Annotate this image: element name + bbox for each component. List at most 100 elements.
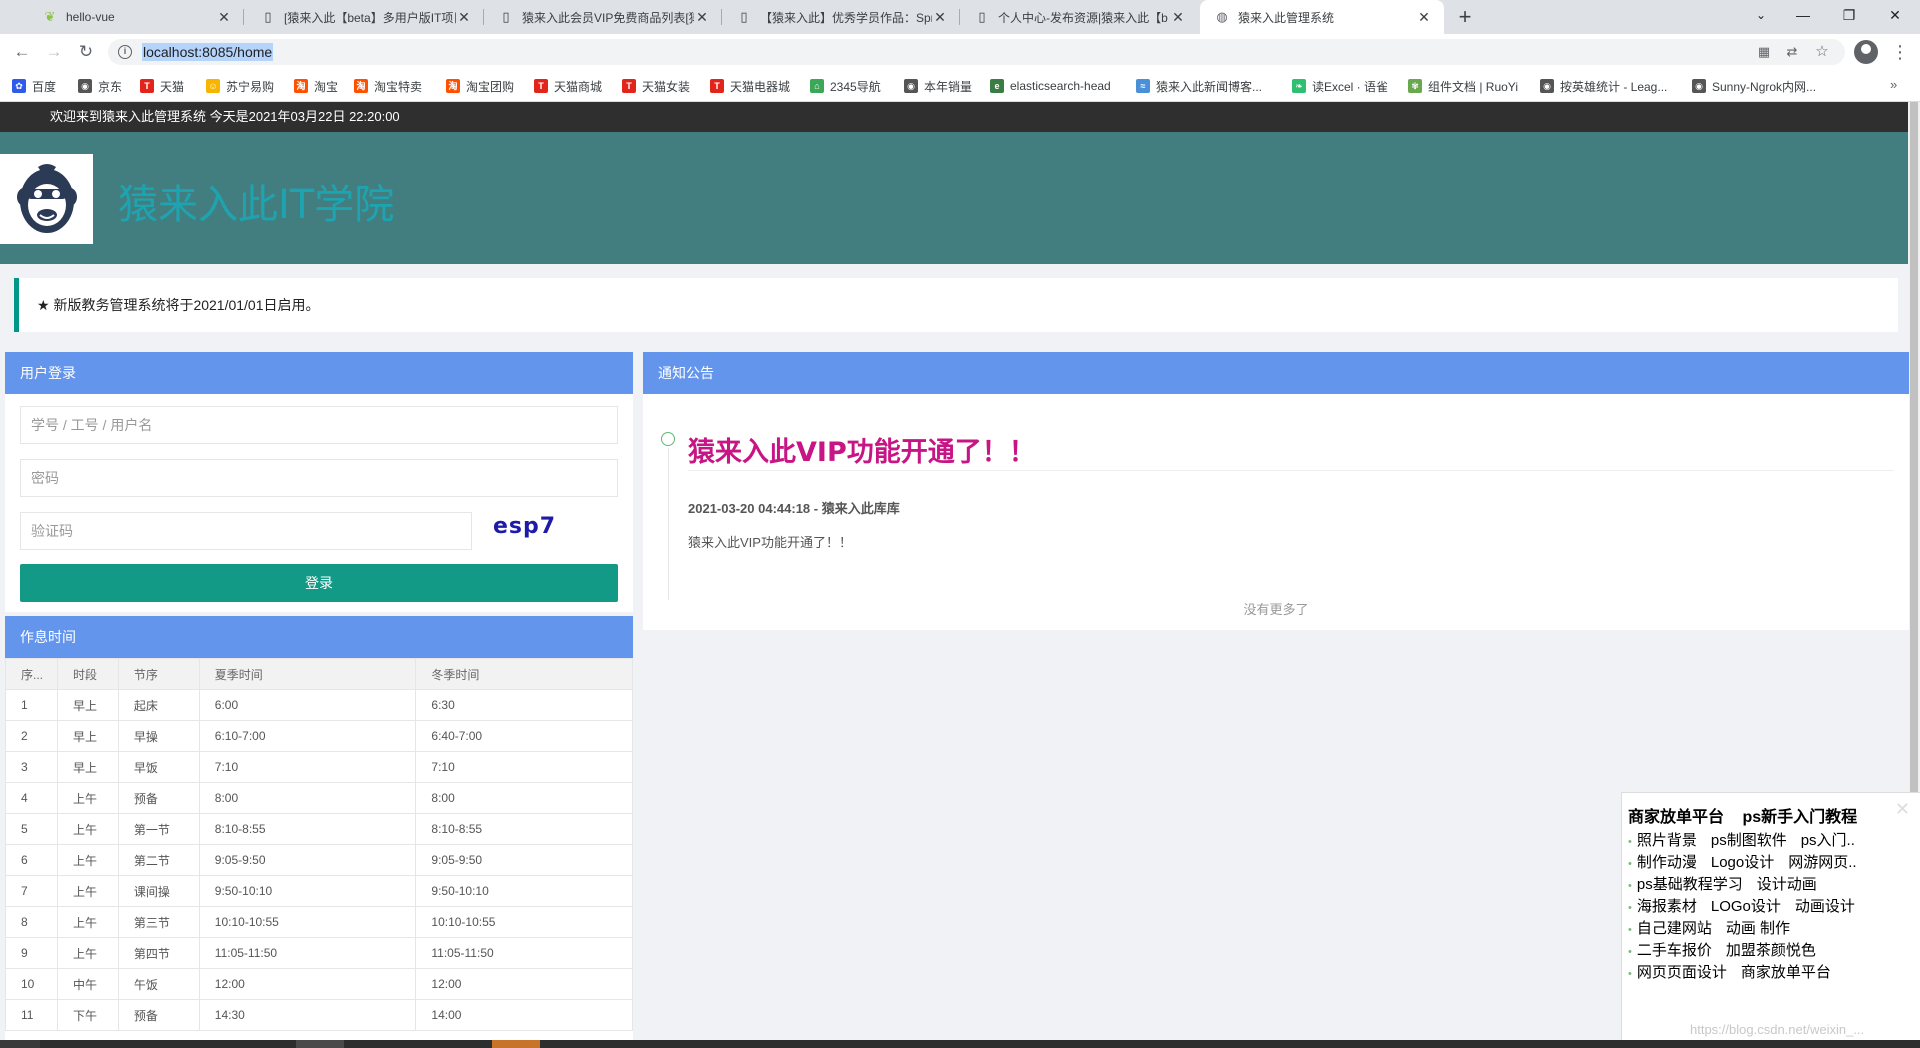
table-cell: 第二节	[117, 844, 200, 876]
ad-link[interactable]: 动画设计	[1795, 898, 1855, 915]
qr-code-icon[interactable]: ▦	[1754, 43, 1774, 61]
ad-link[interactable]: LOGo设计	[1711, 898, 1781, 915]
captcha-input[interactable]: 验证码	[20, 512, 472, 550]
ad-link[interactable]: 网游网页..	[1788, 854, 1856, 871]
reload-icon[interactable]: ↻	[72, 38, 100, 66]
ad-link[interactable]: 动画 制作	[1726, 920, 1790, 937]
bookmark-item[interactable]: T 天猫商城	[534, 77, 602, 95]
bookmark-item[interactable]: ◉ 京东	[78, 77, 122, 95]
tab-search-icon[interactable]: ⌄	[1738, 0, 1784, 30]
table-row[interactable]: 6 上午 第二节 9:05-9:50 9:05-9:50	[5, 844, 633, 876]
close-tab-icon[interactable]: ✕	[1416, 9, 1432, 26]
username-input[interactable]: 学号 / 工号 / 用户名	[20, 406, 618, 444]
ad-link[interactable]: 商家放单平台	[1741, 964, 1831, 981]
ad-link[interactable]: ps新手入门教程	[1742, 809, 1857, 826]
table-row[interactable]: 9 上午 第四节 11:05-11:50 11:05-11:50	[5, 937, 633, 969]
ad-link[interactable]: ps制图软件	[1711, 832, 1787, 849]
bookmark-item[interactable]: 淘淘宝	[294, 77, 338, 95]
browser-tab[interactable]: ▯ 个人中心-发布资源|猿来入此【b ✕	[960, 0, 1198, 34]
ad-link[interactable]: 商家放单平台	[1628, 809, 1724, 826]
bookmark-item[interactable]: e elasticsearch-head	[990, 77, 1111, 95]
back-arrow-icon[interactable]: ←	[8, 38, 36, 66]
close-tab-icon[interactable]: ✕	[694, 9, 710, 26]
ad-link[interactable]: 网页页面设计	[1637, 964, 1727, 981]
table-row[interactable]: 10 中午 午饭 12:00 12:00	[5, 968, 633, 1000]
table-cell: 9:50-10:10	[415, 875, 633, 907]
table-row[interactable]: 5 上午 第一节 8:10-8:55 8:10-8:55	[5, 813, 633, 845]
column-header[interactable]: 夏季时间	[198, 658, 417, 690]
table-cell: 早操	[117, 720, 200, 752]
browser-tab[interactable]: ▯ 猿来入此会员VIP免费商品列表[猿 ✕	[484, 0, 722, 34]
table-cell: 6:10-7:00	[198, 720, 417, 752]
browser-tab[interactable]: ❦ hello-vue ✕	[28, 0, 244, 34]
profile-avatar-icon[interactable]	[1854, 40, 1878, 64]
table-row[interactable]: 2 早上 早操 6:10-7:00 6:40-7:00	[5, 720, 633, 752]
bookmark-item[interactable]: ≈ 猿来入此新闻博客...	[1136, 77, 1262, 95]
close-icon[interactable]: ✕	[1895, 799, 1910, 820]
column-header[interactable]: 节序	[117, 658, 200, 690]
table-row[interactable]: 3 早上 早饭 7:10 7:10	[5, 751, 633, 783]
bookmark-item[interactable]: ❧ 读Excel · 语雀	[1292, 77, 1388, 95]
close-window-button[interactable]: ✕	[1872, 0, 1918, 30]
table-row[interactable]: 8 上午 第三节 10:10-10:55 10:10-10:55	[5, 906, 633, 938]
table-row[interactable]: 11 下午 预备 14:30 14:00	[5, 999, 633, 1031]
browser-menu-icon[interactable]: ⋮	[1890, 40, 1910, 64]
bookmark-item[interactable]: ✾ 组件文档 | RuoYi	[1408, 77, 1518, 95]
column-header[interactable]: 序...	[5, 658, 58, 690]
table-row[interactable]: 7 上午 课间操 9:50-10:10 9:50-10:10	[5, 875, 633, 907]
minimize-button[interactable]: —	[1780, 0, 1826, 30]
site-info-icon[interactable]: i	[118, 45, 132, 59]
ad-link[interactable]: ps入门..	[1801, 832, 1855, 849]
close-tab-icon[interactable]: ✕	[1170, 9, 1186, 26]
forward-arrow-icon[interactable]: →	[40, 38, 68, 66]
column-header[interactable]: 时段	[56, 658, 119, 690]
close-tab-icon[interactable]: ✕	[932, 9, 948, 26]
new-tab-button[interactable]: +	[1452, 4, 1478, 30]
ad-link[interactable]: 设计动画	[1757, 876, 1817, 893]
url-text[interactable]: localhost:8085/home	[142, 43, 274, 61]
bookmark-item[interactable]: T 天猫电器城	[710, 77, 790, 95]
bookmark-item[interactable]: ◉ 按英雄统计 - Leag...	[1540, 77, 1667, 95]
bookmark-item[interactable]: 淘淘宝特卖	[354, 77, 422, 95]
site-title: 猿来入此IT学院	[118, 182, 395, 228]
login-button[interactable]: 登录	[20, 564, 618, 602]
bookmark-item[interactable]: ⌂ 2345导航	[810, 77, 881, 95]
ad-link[interactable]: 照片背景	[1637, 832, 1697, 849]
captcha-image[interactable]: esp7	[493, 514, 556, 539]
ad-link[interactable]: ps基础教程学习	[1637, 876, 1743, 893]
bookmark-item[interactable]: ◉ Sunny-Ngrok内网...	[1692, 77, 1816, 95]
ad-link[interactable]: 二手车报价	[1637, 942, 1712, 959]
browser-toolbar: ← → ↻ i localhost:8085/home ▦ ⇄ ☆ ⋮	[0, 34, 1920, 70]
bookmark-item[interactable]: ◉ 本年销量	[904, 77, 972, 95]
bookmark-item[interactable]: ☺ 苏宁易购	[206, 77, 274, 95]
bookmark-item[interactable]: T 天猫女装	[622, 77, 690, 95]
table-row[interactable]: 1 早上 起床 6:00 6:30	[5, 689, 633, 721]
ad-link[interactable]: 加盟茶颜悦色	[1726, 942, 1816, 959]
bookmark-item[interactable]: 淘淘宝团购	[446, 77, 514, 95]
browser-tab-active[interactable]: ◍ 猿来入此管理系统 ✕	[1200, 0, 1444, 34]
browser-tab[interactable]: ▯ 【猿来入此】优秀学员作品：Spr ✕	[722, 0, 960, 34]
ad-link[interactable]: 海报素材	[1637, 898, 1697, 915]
close-tab-icon[interactable]: ✕	[456, 9, 472, 26]
notice-title[interactable]: 猿来入此VIP功能开通了！！	[688, 430, 1036, 469]
translate-icon[interactable]: ⇄	[1782, 43, 1802, 61]
column-header[interactable]: 冬季时间	[415, 658, 633, 690]
table-row[interactable]: 4 上午 预备 8:00 8:00	[5, 782, 633, 814]
ad-link[interactable]: 制作动漫	[1637, 854, 1697, 871]
bookmark-star-icon[interactable]: ☆	[1812, 43, 1832, 61]
browser-tab[interactable]: ▯ [猿来入此【beta】多用户版IT项目 ✕	[246, 0, 484, 34]
password-input[interactable]: 密码	[20, 459, 618, 497]
address-bar[interactable]: i localhost:8085/home ▦ ⇄ ☆	[108, 39, 1845, 65]
ad-link[interactable]: Logo设计	[1711, 854, 1774, 871]
table-cell: 6	[5, 844, 58, 876]
browser-tab-strip: ❦ hello-vue ✕ ▯ [猿来入此【beta】多用户版IT项目 ✕ ▯ …	[0, 0, 1920, 34]
bookmark-item[interactable]: T 天猫	[140, 77, 184, 95]
bookmark-item[interactable]: ✿ 百度	[12, 77, 56, 95]
ad-link[interactable]: 自己建网站	[1637, 920, 1712, 937]
maximize-button[interactable]: ❐	[1826, 0, 1872, 30]
table-cell: 9	[5, 937, 58, 969]
bookmark-label: 天猫电器城	[730, 79, 791, 94]
table-cell: 11:05-11:50	[198, 937, 417, 969]
close-tab-icon[interactable]: ✕	[216, 9, 232, 26]
bookmarks-overflow-icon[interactable]: »	[1890, 77, 1897, 92]
